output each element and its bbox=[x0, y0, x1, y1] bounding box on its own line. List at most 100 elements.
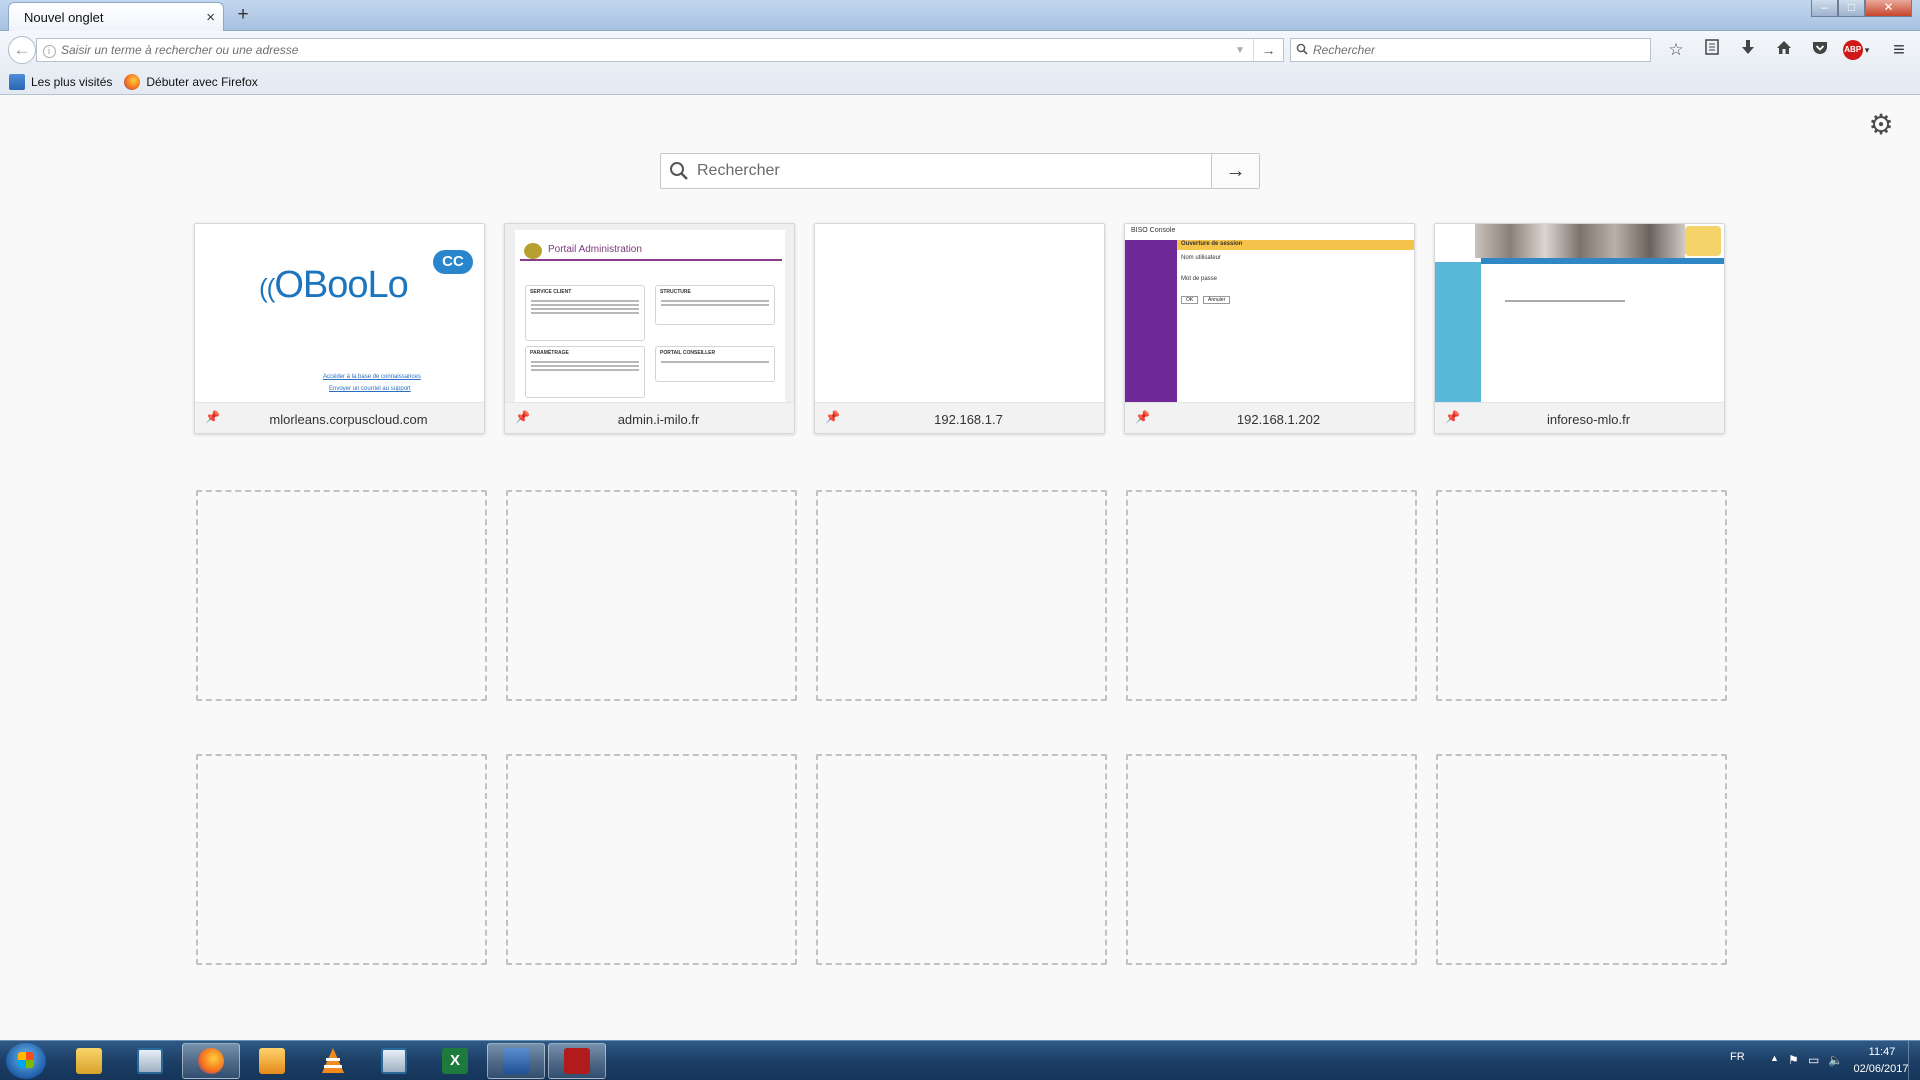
home-icon[interactable] bbox=[1766, 37, 1802, 63]
tab-strip: Nouvel onglet × + – □ ✕ bbox=[0, 0, 1920, 32]
start-button[interactable] bbox=[6, 1043, 46, 1079]
newtab-search: → bbox=[660, 153, 1260, 189]
taskbar-explorer[interactable] bbox=[60, 1043, 118, 1079]
empty-tile bbox=[506, 490, 797, 701]
thumbnail-photo bbox=[1475, 224, 1685, 258]
empty-tile bbox=[1436, 490, 1727, 701]
newtab-search-go-button[interactable]: → bbox=[1211, 154, 1259, 188]
new-tab-button[interactable]: + bbox=[232, 3, 254, 27]
empty-tile bbox=[1126, 490, 1417, 701]
search-icon bbox=[1291, 43, 1313, 58]
taskbar: X FR ▲ ⚑ ▭ 🔈 11:47 02/06/2017 bbox=[0, 1040, 1920, 1080]
folder-icon bbox=[9, 73, 25, 90]
tab-title: Nouvel onglet bbox=[24, 10, 104, 25]
tile-thumbnail: ((OBooLo CC Accéder à la base de connais… bbox=[195, 224, 484, 402]
bookmark-most-visited[interactable]: Les plus visités bbox=[9, 73, 113, 90]
network-tray-icon[interactable]: ▭ bbox=[1808, 1053, 1819, 1067]
taskbar-excel[interactable]: X bbox=[426, 1043, 484, 1079]
site-tile[interactable]: ((OBooLo CC Accéder à la base de connais… bbox=[194, 223, 485, 434]
system-tray: FR ▲ ⚑ ▭ 🔈 11:47 02/06/2017 bbox=[1680, 1041, 1920, 1080]
thumbnail-link: Envoyer un courriel au support bbox=[329, 386, 411, 392]
volume-icon[interactable]: 🔈 bbox=[1828, 1053, 1843, 1067]
thumbnail-header: BISO Console bbox=[1131, 227, 1176, 234]
navigation-bar: ← i ▼ → ☆ ABP▾ ≡ bbox=[0, 31, 1920, 69]
tab-new-tab[interactable]: Nouvel onglet × bbox=[8, 2, 224, 32]
bookmark-label: Débuter avec Firefox bbox=[146, 74, 258, 89]
show-desktop-button[interactable] bbox=[1908, 1041, 1920, 1080]
site-tile[interactable]: Portail Administration SERVICE CLIENT ST… bbox=[504, 223, 795, 434]
bookmark-label: Les plus visités bbox=[31, 74, 113, 89]
site-tile[interactable]: 📌 192.168.1.7 bbox=[814, 223, 1105, 434]
excel-icon: X bbox=[442, 1048, 468, 1074]
back-button[interactable]: ← bbox=[8, 36, 36, 64]
empty-tile bbox=[506, 754, 797, 965]
explorer-icon bbox=[76, 1048, 102, 1074]
star-icon[interactable]: ☆ bbox=[1658, 37, 1694, 63]
download-icon[interactable] bbox=[1730, 37, 1766, 63]
url-go-button[interactable]: → bbox=[1253, 39, 1283, 61]
oboolo-cc-badge: CC bbox=[433, 250, 473, 274]
taskbar-firefox[interactable] bbox=[182, 1043, 240, 1079]
firefox-icon bbox=[198, 1048, 224, 1074]
empty-tile bbox=[196, 490, 487, 701]
url-bar: i ▼ → bbox=[36, 38, 1284, 62]
pin-icon[interactable]: 📌 bbox=[825, 410, 840, 424]
pin-icon[interactable]: 📌 bbox=[205, 410, 220, 424]
taskbar-network[interactable] bbox=[487, 1043, 545, 1079]
pin-icon[interactable]: 📌 bbox=[1135, 410, 1150, 424]
thumbnail-title: Portail Administration bbox=[548, 244, 642, 255]
network-icon bbox=[503, 1048, 529, 1074]
newtab-search-input[interactable] bbox=[697, 154, 1211, 188]
close-window-button[interactable]: ✕ bbox=[1865, 0, 1912, 17]
maximize-button[interactable]: □ bbox=[1838, 0, 1865, 17]
flag-icon[interactable]: ⚑ bbox=[1788, 1053, 1799, 1067]
tile-label: 192.168.1.7 bbox=[934, 412, 1003, 427]
window-icon bbox=[381, 1048, 407, 1074]
toolbar-search-input[interactable] bbox=[1313, 43, 1650, 57]
language-indicator[interactable]: FR bbox=[1730, 1051, 1745, 1063]
clock-date[interactable]: 02/06/2017 bbox=[1848, 1063, 1914, 1075]
tile-thumbnail bbox=[1435, 224, 1724, 402]
site-tile[interactable]: 📌 inforeso-mlo.fr bbox=[1434, 223, 1725, 434]
gear-icon[interactable]: ⚙ bbox=[1866, 110, 1896, 140]
site-tile[interactable]: BISO Console Ouverture de session Nom ut… bbox=[1124, 223, 1415, 434]
acrobat-icon bbox=[564, 1048, 590, 1074]
toolbar-icons: ☆ ABP ▾ bbox=[1658, 37, 1874, 63]
vlc-icon bbox=[322, 1048, 344, 1073]
taskbar-media-player[interactable] bbox=[243, 1043, 301, 1079]
url-dropdown-icon[interactable]: ▼ bbox=[1227, 45, 1253, 56]
tile-thumbnail: Portail Administration SERVICE CLIENT ST… bbox=[505, 224, 794, 402]
tab-close-icon[interactable]: × bbox=[206, 9, 215, 26]
tile-label: 192.168.1.202 bbox=[1236, 412, 1321, 427]
tile-label: admin.i-milo.fr bbox=[617, 412, 700, 427]
bookmark-getting-started[interactable]: Débuter avec Firefox bbox=[124, 73, 258, 90]
menu-button[interactable]: ≡ bbox=[1884, 37, 1914, 63]
site-info-icon[interactable]: i bbox=[37, 43, 61, 58]
empty-tile bbox=[816, 490, 1107, 701]
bookmarks-toolbar: Les plus visités Débuter avec Firefox bbox=[0, 69, 1920, 95]
show-hidden-icons-icon[interactable]: ▲ bbox=[1770, 1053, 1779, 1063]
firefox-icon bbox=[124, 73, 141, 90]
url-input[interactable] bbox=[61, 43, 1227, 57]
minimize-button[interactable]: – bbox=[1811, 0, 1838, 17]
adblock-icon[interactable]: ABP ▾ bbox=[1838, 37, 1874, 63]
media-player-icon bbox=[259, 1048, 285, 1074]
thumbnail-link: Accéder à la base de connaissances bbox=[323, 374, 421, 380]
search-icon bbox=[661, 154, 697, 188]
clock-time[interactable]: 11:47 bbox=[1852, 1046, 1912, 1058]
pocket-icon[interactable] bbox=[1802, 37, 1838, 63]
tile-label: inforeso-mlo.fr bbox=[1546, 412, 1631, 427]
tile-label: mlorleans.corpuscloud.com bbox=[269, 412, 428, 427]
empty-tile bbox=[196, 754, 487, 965]
tile-thumbnail bbox=[815, 224, 1104, 402]
taskbar-vlc[interactable] bbox=[304, 1043, 362, 1079]
pin-icon[interactable]: 📌 bbox=[1445, 410, 1460, 424]
taskbar-acrobat[interactable] bbox=[548, 1043, 606, 1079]
empty-tile bbox=[1436, 754, 1727, 965]
taskbar-window-2[interactable] bbox=[365, 1043, 423, 1079]
taskbar-window[interactable] bbox=[121, 1043, 179, 1079]
reading-list-icon[interactable] bbox=[1694, 37, 1730, 63]
pin-icon[interactable]: 📌 bbox=[515, 410, 530, 424]
toolbar-search-box bbox=[1290, 38, 1651, 62]
windows-logo-icon bbox=[18, 1052, 34, 1068]
